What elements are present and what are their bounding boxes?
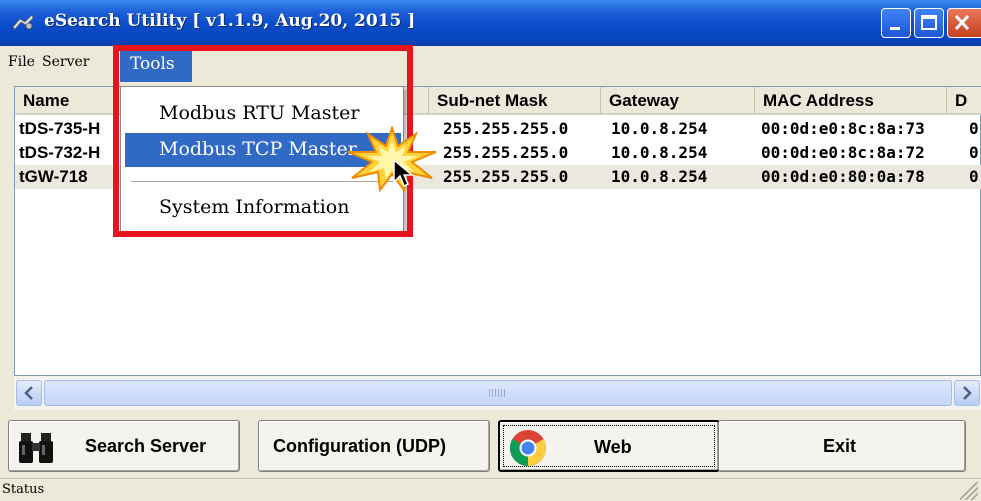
cell-mac: 00:0d:e0:8c:8a:72 (761, 143, 925, 162)
cell-name: tGW-718 (19, 167, 88, 186)
cell-d: 0 (969, 119, 979, 138)
configuration-udp-button[interactable]: Configuration (UDP) (258, 420, 490, 472)
scroll-grip (489, 389, 505, 397)
cell-mac: 00:0d:e0:80:0a:78 (761, 167, 925, 186)
exit-label: Exit (823, 436, 857, 456)
cell-mac: 00:0d:e0:8c:8a:73 (761, 119, 925, 138)
menu-server-label: Server (42, 54, 90, 70)
title-bar[interactable]: eSearch Utility [ v1.1.9, Aug.20, 2015 ] (0, 0, 981, 46)
scroll-thumb[interactable] (44, 380, 952, 406)
minimize-button[interactable] (881, 8, 911, 38)
status-text: Status (2, 482, 45, 497)
chevron-left-icon (24, 386, 33, 400)
maximize-icon (921, 15, 937, 30)
minimize-icon (890, 27, 900, 30)
scroll-left-button[interactable] (16, 380, 42, 406)
column-header-name[interactable]: Name (15, 87, 121, 115)
cell-name: tDS-735-H (19, 119, 101, 138)
resize-grip-icon[interactable] (960, 482, 978, 500)
status-bar: Status (0, 478, 981, 501)
binoculars-icon (19, 433, 53, 463)
menu-file-label: File (8, 54, 35, 70)
close-icon (954, 14, 970, 31)
chevron-right-icon (963, 386, 972, 400)
chrome-icon (509, 430, 547, 467)
configuration-udp-label: Configuration (UDP) (273, 436, 446, 456)
cell-d: 0 (969, 167, 979, 186)
search-server-button[interactable]: Search Server (8, 420, 240, 472)
horizontal-scrollbar[interactable] (14, 376, 981, 410)
column-header-mac[interactable]: MAC Address (755, 87, 947, 115)
cell-name: tDS-732-H (19, 143, 101, 162)
cell-gateway: 10.0.8.254 (611, 167, 708, 186)
web-button[interactable]: Web (498, 420, 720, 472)
mouse-pointer-icon (393, 158, 415, 188)
maximize-button[interactable] (914, 8, 944, 38)
cell-subnet: 255.255.255.0 (443, 167, 569, 186)
esearch-app-icon (12, 14, 34, 30)
close-button[interactable] (947, 8, 981, 38)
app-window: eSearch Utility [ v1.1.9, Aug.20, 2015 ]… (0, 0, 981, 501)
cell-gateway: 10.0.8.254 (611, 143, 708, 162)
cell-d: 0 (969, 143, 979, 162)
column-header-subnet[interactable]: Sub-net Mask (429, 87, 601, 115)
scroll-right-button[interactable] (954, 380, 980, 406)
column-header-gateway[interactable]: Gateway (601, 87, 755, 115)
cell-gateway: 10.0.8.254 (611, 119, 708, 138)
cell-subnet: 255.255.255.0 (443, 119, 569, 138)
search-server-label: Search Server (85, 436, 207, 456)
menu-file[interactable]: File (8, 54, 35, 70)
cell-subnet: 255.255.255.0 (443, 143, 569, 162)
menu-server[interactable]: Server (42, 54, 89, 70)
web-label: Web (594, 437, 632, 457)
exit-button[interactable]: Exit (718, 420, 966, 472)
window-title: eSearch Utility [ v1.1.9, Aug.20, 2015 ] (44, 11, 416, 31)
column-header-d[interactable]: D (947, 87, 981, 115)
